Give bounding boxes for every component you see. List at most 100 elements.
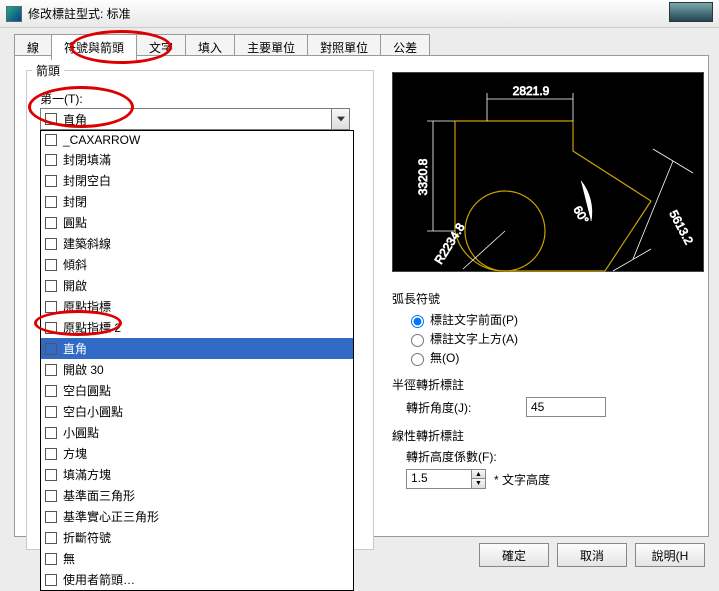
dropdown-item[interactable]: 傾斜 (41, 254, 353, 275)
dropdown-item-label: 傾斜 (63, 256, 87, 273)
dropdown-item-label: 原點指標 (63, 298, 111, 315)
dropdown-item[interactable]: 建築斜線 (41, 233, 353, 254)
dropdown-item-label: 空白小圓點 (63, 403, 123, 420)
dropdown-item-label: 填滿方塊 (63, 466, 111, 483)
jog-angle-label: 轉折角度(J): (406, 399, 526, 416)
dropdown-item-label: 使用者箭頭… (63, 571, 135, 588)
dropdown-item[interactable]: 使用者箭頭… (41, 569, 353, 590)
window-control[interactable] (669, 2, 713, 22)
arrow-swatch-icon (45, 259, 57, 271)
arrow-swatch-icon (45, 490, 57, 502)
app-icon (6, 6, 22, 22)
help-button[interactable]: 說明(H (635, 543, 705, 567)
dropdown-item-label: 基準面三角形 (63, 487, 135, 504)
dropdown-item[interactable]: 封閉填滿 (41, 149, 353, 170)
jog-factor-input[interactable]: 1.5 ▲▼ (406, 469, 486, 489)
dropdown-item-label: 空白圓點 (63, 382, 111, 399)
dropdown-item-label: 開啟 30 (63, 361, 104, 378)
radio-arc-none[interactable] (411, 353, 424, 366)
first-arrow-combo[interactable]: 直角 (40, 108, 350, 130)
jog-factor-suffix: * 文字高度 (494, 471, 550, 488)
radio-arc-before-label: 標註文字前面(P) (430, 311, 518, 328)
arrow-swatch-icon (45, 574, 57, 586)
first-arrow-dropdown[interactable]: _CAXARROW 封閉填滿封閉空白封閉圓點建築斜線傾斜開啟原點指標原點指標 2 直… (40, 130, 354, 591)
arrow-swatch-icon (45, 238, 57, 250)
dropdown-item-label: 無 (63, 550, 75, 567)
jog-angle-input[interactable] (526, 397, 606, 417)
dropdown-item[interactable]: 方塊 (41, 443, 353, 464)
radio-arc-before[interactable] (411, 315, 424, 328)
dropdown-item[interactable]: 折斷符號 (41, 527, 353, 548)
fieldset-arrows-label: 箭頭 (32, 62, 64, 79)
dropdown-item[interactable]: 基準面三角形 (41, 485, 353, 506)
dropdown-item[interactable]: 開啟 (41, 275, 353, 296)
spinner-icon[interactable]: ▲▼ (471, 470, 485, 488)
dropdown-item-label: 方塊 (63, 445, 87, 462)
window-title: 修改標註型式: 标准 (28, 5, 131, 22)
arrow-swatch-icon (45, 448, 57, 460)
preview-right-dim: 5613.2 (666, 208, 696, 247)
tab-symbols-arrows[interactable]: 符號與箭頭 (51, 34, 137, 60)
dropdown-item-label: 小圓點 (63, 424, 99, 441)
chevron-down-icon[interactable] (331, 109, 349, 129)
arrow-swatch-icon (45, 301, 57, 313)
dropdown-item-label: 直角 (63, 340, 87, 357)
arrow-swatch-icon (45, 406, 57, 418)
dropdown-item-label: 折斷符號 (63, 529, 111, 546)
arrow-swatch-icon (45, 532, 57, 544)
dropdown-item[interactable]: _CAXARROW (41, 131, 353, 149)
radio-arc-above-label: 標註文字上方(A) (430, 330, 518, 347)
dropdown-item[interactable]: 開啟 30 (41, 359, 353, 380)
dropdown-item[interactable]: 無 (41, 548, 353, 569)
dropdown-item[interactable]: 封閉空白 (41, 170, 353, 191)
titlebar: 修改標註型式: 标准 (0, 0, 719, 28)
dropdown-item[interactable]: 封閉 (41, 191, 353, 212)
preview-top-dim: 2821.9 (513, 84, 550, 98)
dropdown-item[interactable]: 基準實心正三角形 (41, 506, 353, 527)
arrow-swatch-icon (45, 154, 57, 166)
combo-selected-text: 直角 (63, 111, 87, 128)
jog-factor-label: 轉折高度係數(F): (406, 448, 536, 465)
dialog-buttons: 確定 取消 說明(H (471, 543, 705, 567)
arrow-swatch-icon (45, 134, 57, 146)
dropdown-item-label: 開啟 (63, 277, 87, 294)
arrow-swatch-icon (45, 427, 57, 439)
dropdown-item[interactable]: 空白小圓點 (41, 401, 353, 422)
dropdown-item-label: 基準實心正三角形 (63, 508, 159, 525)
dropdown-item[interactable]: 原點指標 2 (41, 317, 353, 338)
linear-jog-title: 線性轉折標註 (392, 427, 712, 444)
first-arrow-label: 第一(T): (40, 90, 83, 107)
dropdown-item[interactable]: 小圓點 (41, 422, 353, 443)
dimension-preview: 2821.9 3320.8 5613.2 R2234.8 60° (392, 72, 704, 272)
dropdown-item[interactable]: 空白圓點 (41, 380, 353, 401)
ok-button[interactable]: 確定 (479, 543, 549, 567)
arrow-swatch-icon (45, 175, 57, 187)
preview-left-dim: 3320.8 (416, 158, 430, 195)
arrow-swatch-icon (45, 385, 57, 397)
dropdown-item-label: 圓點 (63, 214, 87, 231)
arrow-swatch-icon (45, 217, 57, 229)
arrow-swatch-icon (45, 343, 57, 355)
arrow-swatch-icon (45, 469, 57, 481)
dropdown-item[interactable]: 填滿方塊 (41, 464, 353, 485)
dropdown-item-label: 原點指標 2 (63, 319, 121, 336)
dropdown-item[interactable]: 原點指標 (41, 296, 353, 317)
preview-radius: R2234.8 (432, 220, 468, 266)
dropdown-item-label: _CAXARROW (63, 133, 140, 147)
arrow-swatch-icon (45, 322, 57, 334)
radius-jog-title: 半徑轉折標註 (392, 376, 712, 393)
dropdown-item-label: 封閉填滿 (63, 151, 111, 168)
cancel-button[interactable]: 取消 (557, 543, 627, 567)
right-pane: 弧長符號 標註文字前面(P) 標註文字上方(A) 無(O) 半徑轉折標註 轉折角… (392, 284, 712, 493)
arrow-swatch-icon (45, 511, 57, 523)
dropdown-item[interactable]: 圓點 (41, 212, 353, 233)
dropdown-item-label: 建築斜線 (63, 235, 111, 252)
arrow-swatch-icon (45, 553, 57, 565)
dropdown-item-label: 封閉空白 (63, 172, 111, 189)
arc-symbols-title: 弧長符號 (392, 290, 712, 307)
dropdown-item-label: 封閉 (63, 193, 87, 210)
radio-arc-above[interactable] (411, 334, 424, 347)
arrow-swatch-icon (45, 280, 57, 292)
dropdown-item[interactable]: 直角 (41, 338, 353, 359)
right-angle-icon (45, 113, 57, 125)
